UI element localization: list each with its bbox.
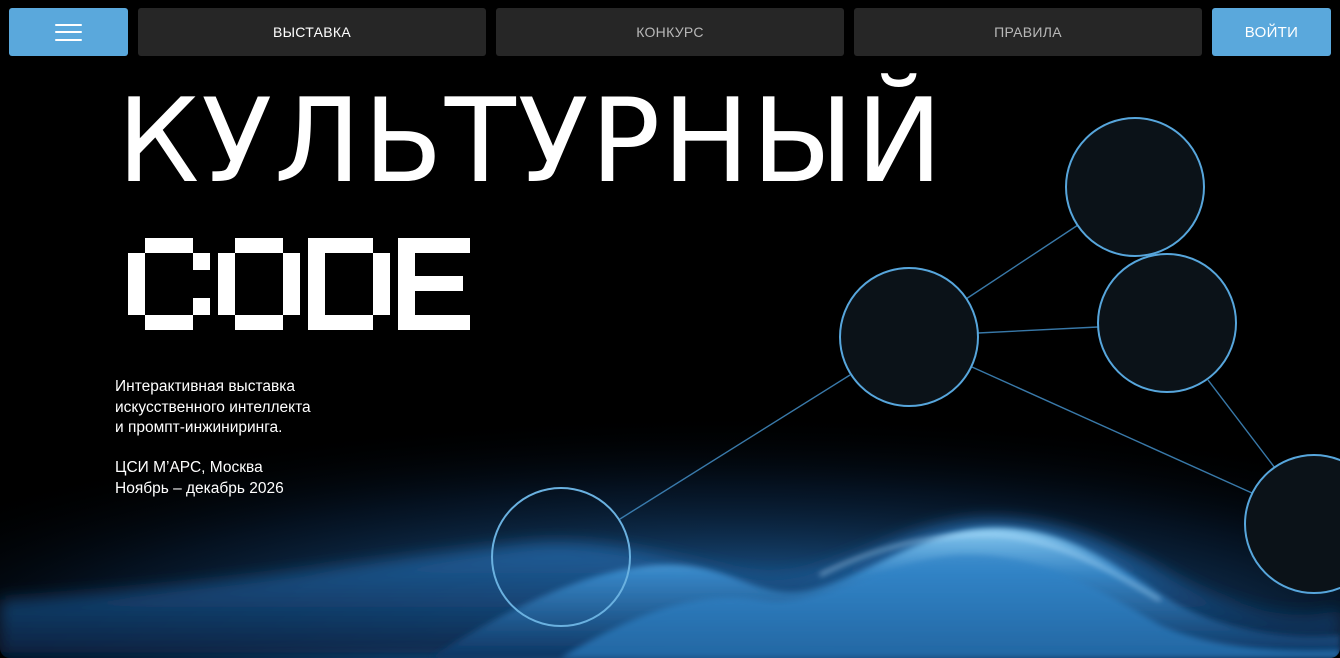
page: ВЫСТАВКА КОНКУРС ПРАВИЛА ВОЙТИ КУЛЬТУРНЫ… — [0, 0, 1340, 658]
graph-node — [1065, 117, 1205, 257]
hamburger-icon — [55, 23, 82, 41]
graph-edge — [965, 224, 1079, 300]
event-venue: ЦСИ М’АРС, Москва — [115, 459, 263, 476]
menu-button[interactable] — [9, 8, 128, 56]
hero-description-line: и промпт-инжиниринга. — [115, 419, 283, 436]
graph-edge — [619, 374, 851, 520]
graph-node — [1097, 253, 1237, 393]
graph-node — [1244, 454, 1340, 594]
tab-exhibition[interactable]: ВЫСТАВКА — [138, 8, 486, 56]
graph-edge — [977, 326, 1099, 334]
hero-description: Интерактивная выставка искусственного ин… — [115, 377, 415, 439]
login-button[interactable]: ВОЙТИ — [1212, 8, 1331, 56]
top-navigation: ВЫСТАВКА КОНКУРС ПРАВИЛА ВОЙТИ — [0, 0, 1340, 62]
hero-event-info: ЦСИ М’АРС, Москва Ноябрь – декабрь 2026 — [115, 458, 415, 499]
hero-title-line1: КУЛЬТУРНЫЙ — [117, 74, 945, 209]
graph-node-translucent — [491, 487, 631, 627]
graph-node — [839, 267, 979, 407]
hero-description-line: искусственного интеллекта — [115, 398, 311, 416]
graph-edge — [971, 366, 1253, 494]
tab-contest[interactable]: КОНКУРС — [496, 8, 844, 56]
event-dates: Ноябрь – декабрь 2026 — [115, 479, 284, 497]
graph-edge — [1207, 379, 1276, 469]
hero-description-line: Интерактивная выставка — [115, 378, 295, 395]
tab-rules[interactable]: ПРАВИЛА — [854, 8, 1202, 56]
hero-title-code-logo — [128, 238, 470, 330]
